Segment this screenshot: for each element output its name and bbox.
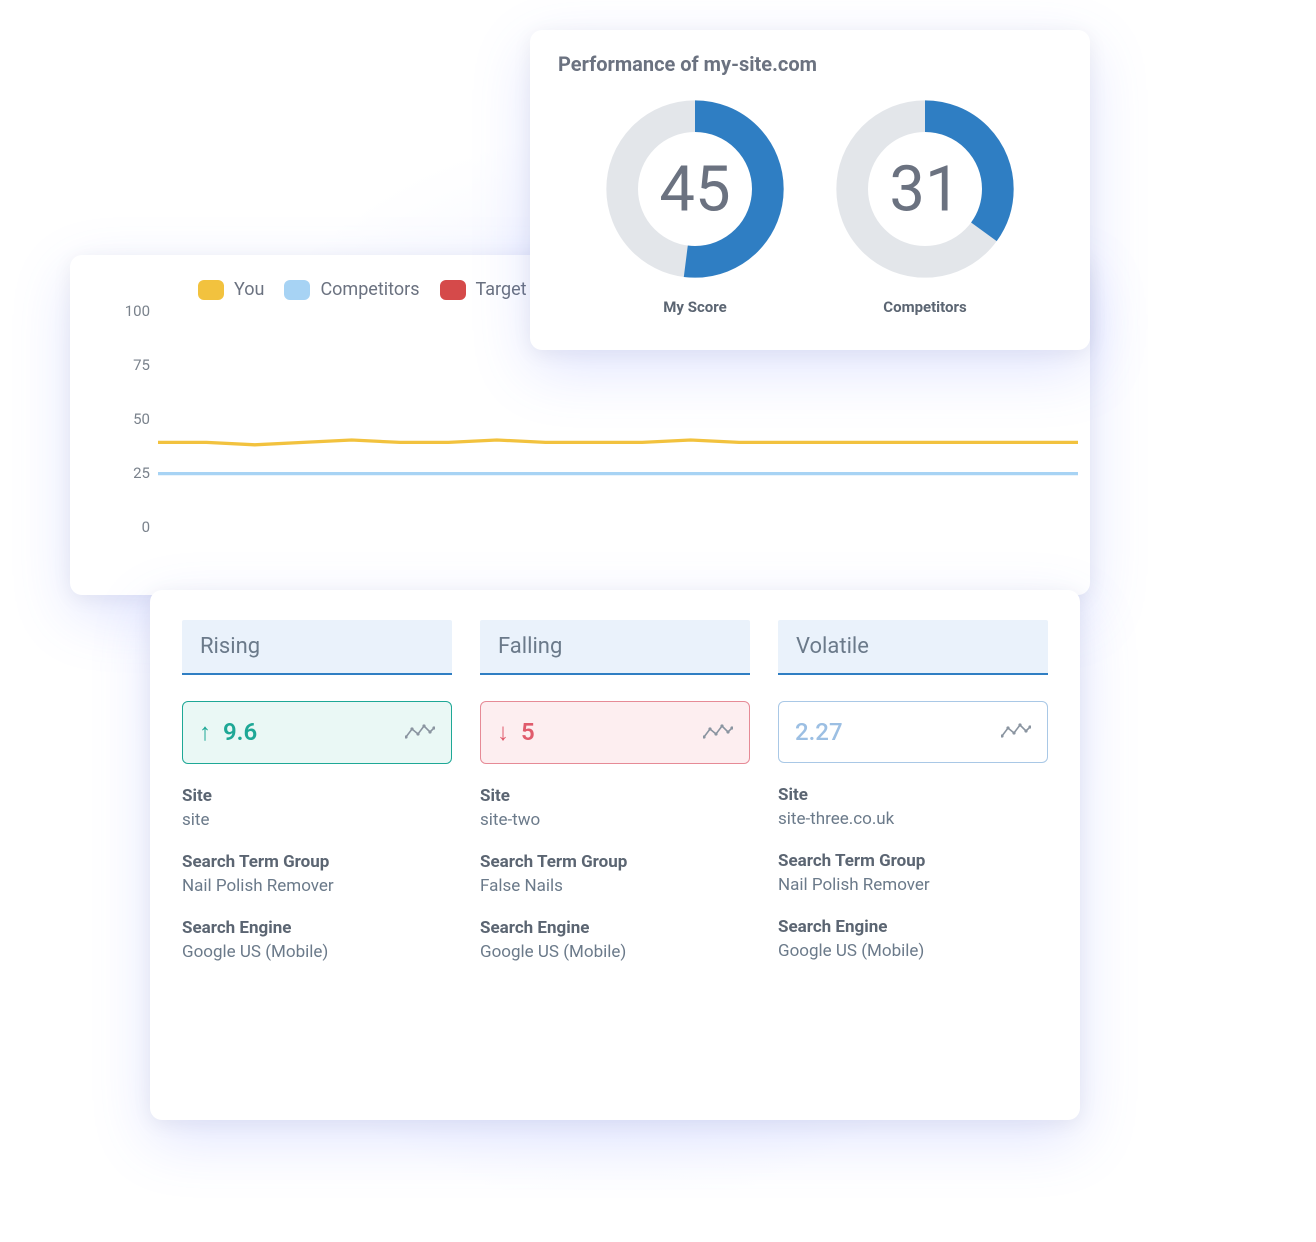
- metrics-col-volatile: Volatile 2.27 Site site-three.co.uk Searc…: [778, 620, 1048, 1090]
- ytick-75: 75: [100, 356, 150, 374]
- performance-card: Performance of my-site.com 45 My Score 3…: [530, 30, 1090, 350]
- label-stg: Search Term Group: [778, 851, 1048, 871]
- donut-myscore: 45 My Score: [600, 94, 790, 316]
- ytick-0: 0: [100, 518, 150, 536]
- label-se: Search Engine: [778, 917, 1048, 937]
- stat-rising-value: 9.6: [223, 718, 257, 746]
- label-site: Site: [480, 786, 750, 806]
- ytick-100: 100: [100, 302, 150, 320]
- value-se: Google US (Mobile): [778, 941, 1048, 961]
- metrics-card: Rising ↑ 9.6 Site site Search Term Group N…: [150, 590, 1080, 1120]
- sparkline-icon: [1001, 718, 1031, 746]
- value-se: Google US (Mobile): [182, 942, 452, 962]
- tab-rising[interactable]: Rising: [182, 620, 452, 675]
- legend-swatch-target: [440, 280, 466, 300]
- donut-competitors-svg: 31: [830, 94, 1020, 284]
- legend-swatch-you: [198, 280, 224, 300]
- label-se: Search Engine: [480, 918, 750, 938]
- stat-volatile[interactable]: 2.27: [778, 701, 1048, 763]
- line-you: [158, 440, 1078, 445]
- value-stg: Nail Polish Remover: [778, 875, 1048, 895]
- donut-myscore-svg: 45: [600, 94, 790, 284]
- performance-donuts: 45 My Score 31 Competitors: [558, 94, 1062, 316]
- value-site: site: [182, 810, 452, 830]
- stat-rising[interactable]: ↑ 9.6: [182, 701, 452, 764]
- value-site: site-two: [480, 810, 750, 830]
- donut-competitors-value: 31: [889, 152, 960, 226]
- value-stg: Nail Polish Remover: [182, 876, 452, 896]
- arrow-down-icon: ↓: [497, 718, 509, 746]
- legend-swatch-competitors: [284, 280, 310, 300]
- stat-volatile-value: 2.27: [795, 718, 843, 746]
- value-site: site-three.co.uk: [778, 809, 1048, 829]
- label-site: Site: [778, 785, 1048, 805]
- sparkline-icon: [703, 719, 733, 747]
- stat-falling-value: 5: [521, 718, 535, 746]
- sparkline-icon: [405, 719, 435, 747]
- donut-myscore-label: My Score: [600, 298, 790, 316]
- stat-falling[interactable]: ↓ 5: [480, 701, 750, 764]
- value-se: Google US (Mobile): [480, 942, 750, 962]
- donut-competitors-label: Competitors: [830, 298, 1020, 316]
- metrics-col-rising: Rising ↑ 9.6 Site site Search Term Group N…: [182, 620, 452, 1090]
- performance-title: Performance of my-site.com: [558, 52, 1062, 76]
- legend-label-target: Target: [476, 279, 527, 300]
- legend-label-you: You: [234, 279, 264, 300]
- label-stg: Search Term Group: [480, 852, 750, 872]
- arrow-up-icon: ↑: [199, 718, 211, 746]
- donut-competitors: 31 Competitors: [830, 94, 1020, 316]
- legend-label-competitors: Competitors: [320, 279, 419, 300]
- label-site: Site: [182, 786, 452, 806]
- label-se: Search Engine: [182, 918, 452, 938]
- donut-myscore-value: 45: [659, 152, 730, 226]
- tab-volatile[interactable]: Volatile: [778, 620, 1048, 675]
- ytick-50: 50: [100, 410, 150, 428]
- metrics-col-falling: Falling ↓ 5 Site site-two Search Term Gro…: [480, 620, 750, 1090]
- ytick-25: 25: [100, 464, 150, 482]
- label-stg: Search Term Group: [182, 852, 452, 872]
- value-stg: False Nails: [480, 876, 750, 896]
- tab-falling[interactable]: Falling: [480, 620, 750, 675]
